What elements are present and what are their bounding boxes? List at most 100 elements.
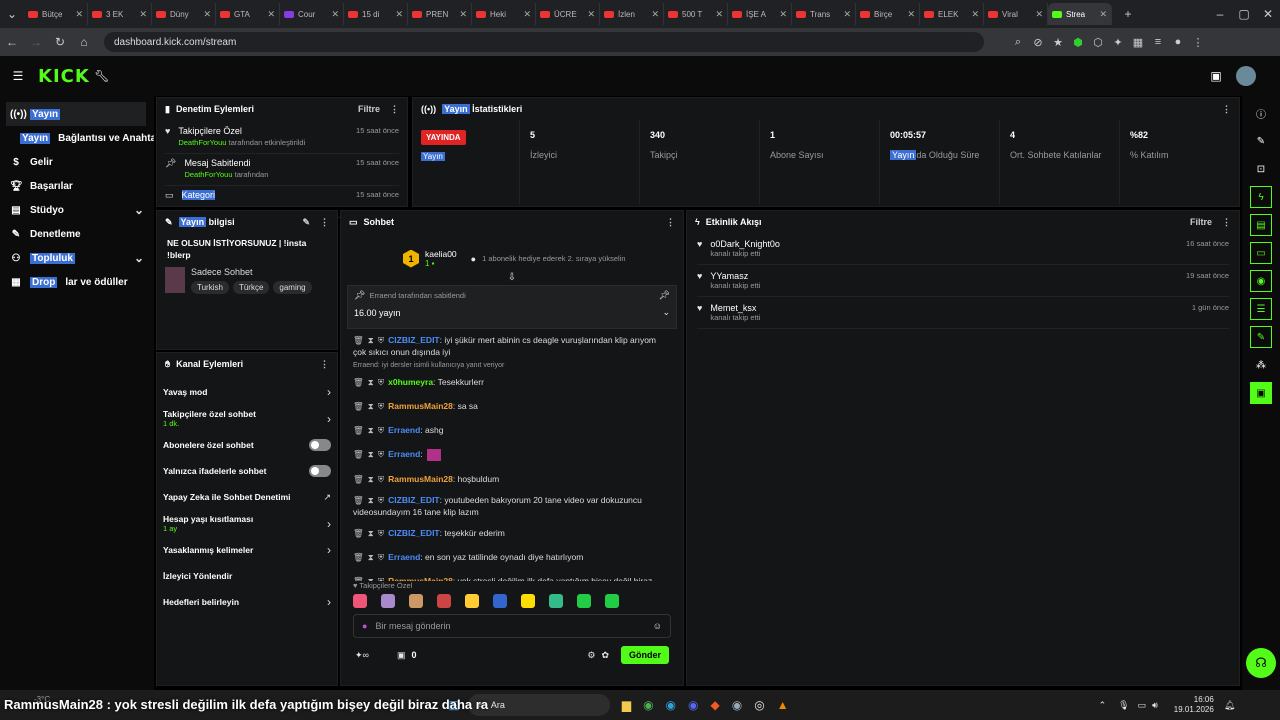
timeout-icon[interactable]: ⧗ [368,495,374,505]
chat-username[interactable]: CIZBIZ_EDIT [388,495,439,505]
close-tab-icon[interactable]: ✕ [75,9,83,20]
edit-icon[interactable]: ✎ [302,217,310,228]
trash-icon[interactable]: 🗑︎ [353,449,364,459]
timeout-icon[interactable]: ⧗ [368,401,374,411]
close-tab-icon[interactable]: ✕ [203,9,211,20]
document-icon[interactable]: ▤ [1250,214,1272,236]
hamburger-icon[interactable]: ☰ [6,69,30,83]
puzzle-icon[interactable]: ✦ [1108,36,1128,49]
close-tab-icon[interactable]: ✕ [907,9,915,20]
emote-icon[interactable] [521,594,535,608]
zoom-icon[interactable]: ⌕ [1008,36,1028,49]
emote-icon[interactable] [549,594,563,608]
shield-extension-icon[interactable]: ⬢ [1068,36,1088,49]
browser-tab[interactable]: Bütçe ✕ [24,3,88,25]
kick-logo[interactable]: KICK [38,66,90,87]
feed-username[interactable]: Memet_ksx [710,303,760,313]
gift-box-icon[interactable]: ▣ [397,650,406,661]
sidebar-item-studio[interactable]: ▤ Stüdyo ⌄ [0,198,154,222]
trash-icon[interactable]: 🗑︎ [353,335,364,345]
browser-tab[interactable]: İzlen ✕ [600,3,664,25]
browser-tab[interactable]: PREN ✕ [408,3,472,25]
chat-username[interactable]: RammusMain28 [388,474,453,484]
channel-action-item[interactable]: Yalnızca ifadelerle sohbet [163,458,331,484]
chat-username[interactable]: CIZBIZ_EDIT [388,335,439,345]
sidebar-item-drops[interactable]: ▦ Drop lar ve ödüller [0,270,154,294]
minimize-icon[interactable]: – [1208,7,1232,21]
close-tab-icon[interactable]: ✕ [523,9,531,20]
chat-username[interactable]: x0humeyra [388,377,433,387]
emote-icon[interactable] [353,594,367,608]
close-tab-icon[interactable]: ✕ [331,9,339,20]
more-icon[interactable]: ⋮ [390,104,399,115]
more-icon[interactable]: ⋮ [1222,217,1231,228]
filter-button[interactable]: Filtre [358,104,380,115]
close-tab-icon[interactable]: ✕ [971,9,979,20]
browser-tab[interactable]: Cour ✕ [280,3,344,25]
feed-username[interactable]: o0Dark_Knight0o [710,239,780,249]
new-tab-button[interactable]: + [1116,7,1140,21]
feed-username[interactable]: YYamasz [710,271,760,281]
close-tab-icon[interactable]: ✕ [1035,9,1043,20]
clock[interactable]: 16:06 19.01.2026 [1174,695,1214,715]
taskbar-search[interactable]: ⌕ Ara [467,694,610,716]
browser-tab[interactable]: 500 T ✕ [664,3,728,25]
browser-tab[interactable]: 15 di ✕ [344,3,408,25]
browser-tab[interactable]: Birçe ✕ [856,3,920,25]
send-button[interactable]: Gönder [620,646,669,664]
bolt-icon[interactable]: ϟ [1250,186,1272,208]
browser-tab[interactable]: 3 EK ✕ [88,3,152,25]
steam-icon[interactable]: ◉ [732,698,742,712]
channel-action-item[interactable]: Hesap yaşı kısıtlaması 1 ay › [163,510,331,537]
sidebar-item-revenue[interactable]: $ Gelir [0,150,154,174]
chat-message[interactable]: 🗑︎ ⧗ ⛨ Erraend: ashg [341,418,683,442]
chrome-icon[interactable]: ◉ [643,698,653,712]
emote-picker-icon[interactable]: ✿ [601,650,609,661]
close-tab-icon[interactable]: ✕ [587,9,595,20]
chat-username[interactable]: Erraend [388,552,420,562]
emoji-icon[interactable]: ☺ [653,621,662,631]
feed-item[interactable]: ♥ Memet_ksx kanalı takip etti 1 gün önce [697,297,1229,329]
browser-menu-icon[interactable]: ⋮ [1188,36,1208,49]
trash-icon[interactable]: 🗑︎ [353,425,364,435]
timeout-icon[interactable]: ⧗ [368,449,374,459]
address-bar[interactable]: dashboard.kick.com/stream [104,32,984,52]
emote-icon[interactable] [493,594,507,608]
browser-tab[interactable]: Düny ✕ [152,3,216,25]
chat-message[interactable]: 🗑︎ ⧗ ⛨ Erraend: en son yaz tatilinde oynadı… [341,545,683,569]
browser-tab[interactable]: Heki ✕ [472,3,536,25]
extensions-icon[interactable]: ▦ [1128,36,1148,49]
chat-input-box[interactable]: ● Bir mesaj gönderin ☺ [353,614,671,638]
mic-icon[interactable]: ● [362,621,367,631]
emote-icon[interactable] [577,594,591,608]
close-tab-icon[interactable]: ✕ [267,9,275,20]
eye-off-icon[interactable]: ⊘ [1028,36,1048,49]
channel-action-item[interactable]: Abonelere özel sohbet [163,432,331,458]
browser-tab[interactable]: Strea ✕ [1048,3,1112,25]
close-tab-icon[interactable]: ✕ [779,9,787,20]
browser-tab[interactable]: İŞE A ✕ [728,3,792,25]
file-explorer-icon[interactable]: ▆ [622,698,631,712]
discord-icon[interactable]: ◉ [688,698,698,712]
channel-action-item[interactable]: Yasaklanmış kelimeler › [163,537,331,563]
chat-username[interactable]: Erraend [388,425,420,435]
chat-message[interactable]: 🗑︎ ⧗ ⛨ CIZBIZ_EDIT: youtubeden bakıyorum 20… [341,491,683,521]
channel-action-item[interactable]: Takipçilere özel sohbet 1 dk. › [163,405,331,432]
chat-message[interactable]: 🗑︎ ⧗ ⛨ Erraend: [341,442,683,467]
extension-icon[interactable]: ⬡ [1088,36,1108,49]
tab-menu-icon[interactable]: ⌄ [0,7,24,21]
notifications-icon[interactable]: 🔔︎ [1224,700,1235,711]
stream-tag[interactable]: Türkçe [232,281,270,294]
broadcast-icon[interactable]: ◉ [1250,270,1272,292]
chat-message[interactable]: 🗑︎ ⧗ ⛨ CIZBIZ_EDIT: iyi şükür mert abinin c… [341,331,683,361]
drops-icon[interactable]: ⁂ [1250,354,1272,376]
browser-tab[interactable]: ÜCRE ✕ [536,3,600,25]
emote-icon[interactable] [381,594,395,608]
browser-tab[interactable]: ELEK ✕ [920,3,984,25]
feed-item[interactable]: ♥ YYamasz kanalı takip etti 19 saat önce [697,265,1229,297]
more-icon[interactable]: ⋮ [1222,104,1231,115]
channel-action-item[interactable]: Yavaş mod › [163,379,331,405]
wrench-icon[interactable]: 🔧︎ [90,69,114,83]
chat-bubble-icon[interactable]: ▭ [1250,242,1272,264]
trash-icon[interactable]: 🗑︎ [353,401,364,411]
